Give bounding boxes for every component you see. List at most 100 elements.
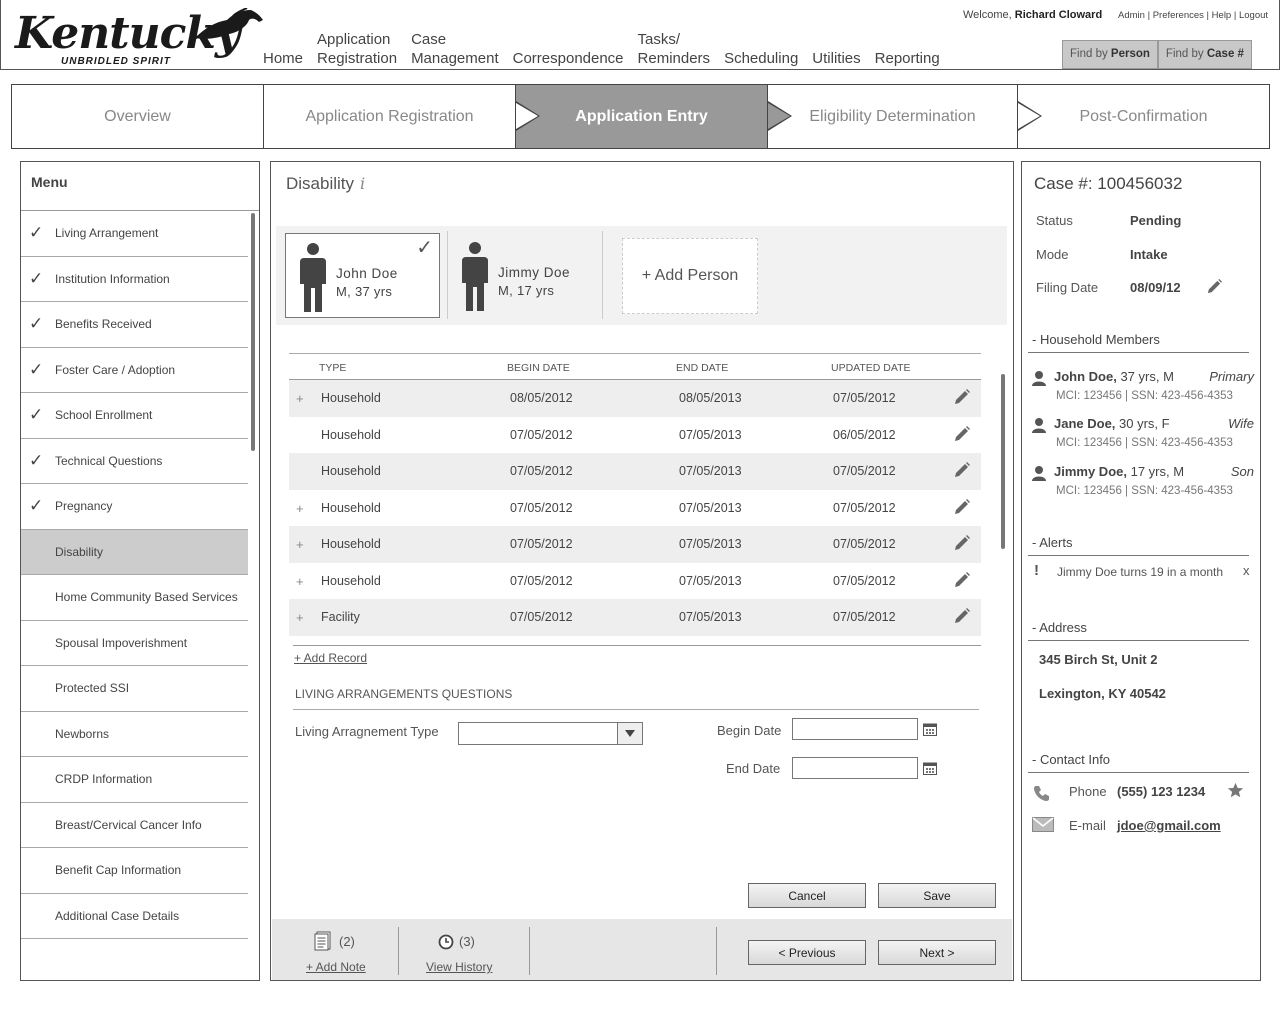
member-name[interactable]: John Doe, 37 yrs, M [1054,369,1174,384]
add-note-link[interactable]: + Add Note [306,960,366,974]
row-expand-icon[interactable]: + [296,574,304,589]
table-scrollbar[interactable] [1001,374,1005,549]
find-by-case-button[interactable]: Find by Case # [1157,40,1252,69]
menu-item-additional-case-details[interactable]: Additional Case Details [21,894,248,939]
nav-case-management[interactable]: Case Management [404,30,506,70]
utility-links: Admin | Preferences | Help | Logout [1118,10,1269,21]
table-row[interactable]: + Facility 07/05/2012 07/05/2013 07/05/2012 [289,599,981,636]
row-expand-icon[interactable]: + [296,391,304,406]
row-expand-icon[interactable]: + [296,610,304,625]
table-row[interactable]: + Household 08/05/2012 08/05/2013 07/05/2012 [289,380,981,417]
chevron-down-icon[interactable] [617,723,642,744]
edit-pencil-icon[interactable] [953,607,971,625]
end-date-input[interactable] [792,757,918,779]
add-person-button[interactable]: + Add Person [622,238,758,314]
menu-item-disability[interactable]: Disability [21,529,248,575]
table-row[interactable]: Household 07/05/2012 07/05/2013 06/05/2012 [289,417,981,454]
col-end-date: END DATE [676,362,729,374]
divider [602,231,603,319]
edit-pencil-icon[interactable] [953,498,971,516]
view-history-link[interactable]: View History [426,960,492,974]
nav-application-registration[interactable]: Application Registration [310,30,404,70]
edit-pencil-icon[interactable] [953,461,971,479]
star-icon[interactable] [1227,782,1244,799]
menu-item-spousal-impoverishment[interactable]: Spousal Impoverishment [21,621,248,666]
calendar-icon[interactable] [923,722,937,736]
kentucky-logo[interactable]: Kentucky UNBRIDLED SPIRIT [15,8,263,68]
nav-utilities[interactable]: Utilities [805,49,867,70]
address-line-2: Lexington, KY 40542 [1039,686,1166,701]
preferences-link[interactable]: Preferences [1153,10,1204,21]
person-meta: M, 37 yrs [336,284,393,299]
menu-scrollbar[interactable] [251,213,255,451]
case-number: Case #: 100456032 [1034,174,1183,193]
person-card-jimmy[interactable]: Jimmy Doe M, 17 yrs [448,233,603,318]
nav-scheduling[interactable]: Scheduling [717,49,805,70]
edit-pencil-icon[interactable] [1206,278,1223,295]
previous-button[interactable]: < Previous [748,940,866,965]
nav-reporting[interactable]: Reporting [868,49,947,70]
email-link[interactable]: jdoe@gmail.com [1117,818,1221,833]
step-application-registration[interactable]: Application Registration [264,85,540,148]
menu-item-foster-care-adoption[interactable]: ✓ Foster Care / Adoption [21,348,248,393]
menu-item-crdp-information[interactable]: CRDP Information [21,757,248,803]
arrangement-type-select[interactable] [458,722,643,745]
history-clock-icon[interactable] [438,934,454,950]
household-heading: - Household Members [1028,332,1249,353]
nav-correspondence[interactable]: Correspondence [506,49,631,70]
menu-item-pregnancy[interactable]: ✓ Pregnancy [21,484,248,530]
menu-item-living-arrangement[interactable]: ✓ Living Arrangement [21,211,248,257]
table-row[interactable]: + Household 07/05/2012 07/05/2013 07/05/2012 [289,526,981,563]
menu-item-technical-questions[interactable]: ✓ Technical Questions [21,439,248,484]
step-eligibility-determination[interactable]: Eligibility Determination [768,85,1042,148]
menu-item-benefit-cap-information[interactable]: Benefit Cap Information [21,848,248,894]
row-expand-icon[interactable]: + [296,537,304,552]
menu-item-newborns[interactable]: Newborns [21,712,248,757]
table-row[interactable]: + Household 07/05/2012 07/05/2013 07/05/2012 [289,490,981,527]
member-ids: MCI: 123456 | SSN: 423-456-4353 [1056,390,1233,402]
row-expand-icon[interactable]: + [296,501,304,516]
menu-item-breast-cervical-cancer-info[interactable]: Breast/Cervical Cancer Info [21,803,248,848]
edit-pencil-icon[interactable] [953,388,971,406]
help-link[interactable]: Help [1212,10,1232,21]
mode-value: Intake [1130,247,1168,262]
save-button[interactable]: Save [878,883,996,908]
info-icon[interactable]: i [360,174,365,193]
edit-pencil-icon[interactable] [953,534,971,552]
next-button[interactable]: Next > [878,940,996,965]
filing-date-label: Filing Date [1036,280,1099,295]
nav-tasks-reminders[interactable]: Tasks/ Reminders [631,30,718,70]
member-name[interactable]: Jane Doe, 30 yrs, F [1054,416,1170,431]
records-table: TYPE BEGIN DATE END DATE UPDATED DATE + H… [289,353,981,636]
find-by-person-button[interactable]: Find by Person [1062,40,1158,69]
person-card-john[interactable]: John Doe M, 37 yrs ✓ [285,233,440,318]
cancel-button[interactable]: Cancel [748,883,866,908]
step-overview[interactable]: Overview [12,85,264,148]
table-row[interactable]: + Household 07/05/2012 07/05/2013 07/05/2012 [289,563,981,600]
calendar-icon[interactable] [923,761,937,775]
divider [293,709,979,710]
step-post-confirmation[interactable]: Post-Confirmation [1018,85,1269,148]
notes-icon[interactable] [314,931,332,951]
status-value: Pending [1130,213,1182,228]
menu-item-school-enrollment[interactable]: ✓ School Enrollment [21,393,248,439]
add-record-link[interactable]: + Add Record [294,651,367,665]
step-application-entry[interactable]: Application Entry [516,85,792,148]
section-menu: Menu ✓ Living Arrangement ✓ Institution Inf… [20,161,260,981]
edit-pencil-icon[interactable] [953,571,971,589]
menu-item-institution-information[interactable]: ✓ Institution Information [21,257,248,302]
edit-pencil-icon[interactable] [953,425,971,443]
divider [716,927,717,975]
begin-date-input[interactable] [792,718,918,740]
table-row[interactable]: Household 07/05/2012 07/05/2013 07/05/2012 [289,453,981,490]
logout-link[interactable]: Logout [1239,10,1268,21]
nav-home[interactable]: Home [256,49,310,70]
menu-item-label: Living Arrangement [55,226,159,241]
dismiss-alert-button[interactable]: x [1243,563,1250,578]
menu-item-benefits-received[interactable]: ✓ Benefits Received [21,302,248,348]
arrangement-type-label: Living Arragnement Type [295,724,439,739]
admin-link[interactable]: Admin [1118,10,1145,21]
menu-item-home-community-based-services[interactable]: Home Community Based Services [21,575,248,621]
member-name[interactable]: Jimmy Doe, 17 yrs, M [1054,464,1184,479]
menu-item-protected-ssi[interactable]: Protected SSI [21,666,248,712]
